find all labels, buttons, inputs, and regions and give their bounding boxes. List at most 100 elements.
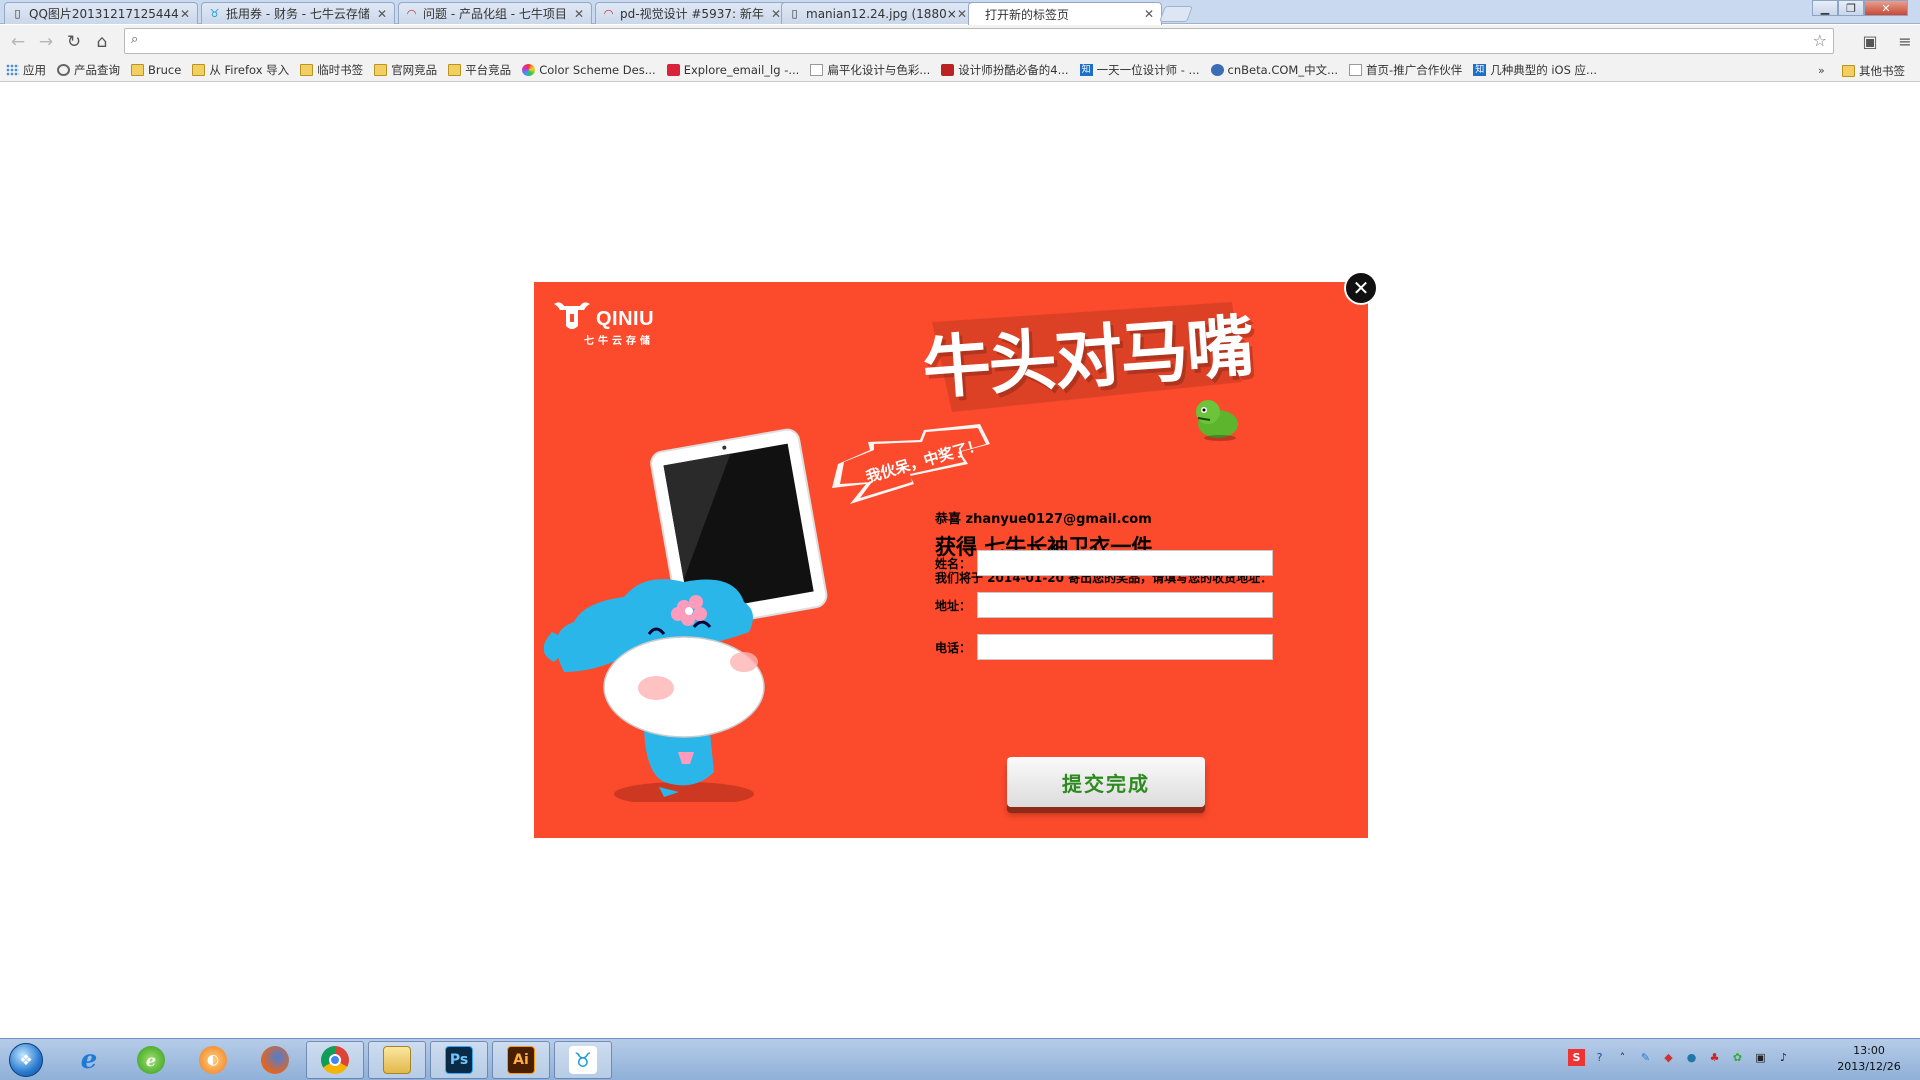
taskbar-green-browser[interactable]: ℯ <box>122 1041 180 1079</box>
taskbar-chrome[interactable] <box>306 1041 364 1079</box>
update-icon[interactable]: ✿ <box>1729 1049 1746 1066</box>
zhihu-icon: 知 <box>1473 64 1487 76</box>
taskbar-media-player[interactable]: ◐ <box>184 1041 242 1079</box>
tab-new-tab[interactable]: 打开新的标签页 ✕ <box>968 2 1162 25</box>
bookmark-label: 应用 <box>23 63 46 77</box>
phone-label: 电话： <box>935 640 972 655</box>
bookmark-explore-email[interactable]: Explore_email_lg -... <box>666 63 799 77</box>
bookmark-label: 扁平化设计与色彩... <box>827 63 931 77</box>
bookmark-cnbeta[interactable]: cnBeta.COM_中文... <box>1210 62 1338 78</box>
submit-button[interactable]: 提交完成 <box>1007 757 1205 807</box>
menu-icon[interactable]: ≡ <box>1892 27 1918 55</box>
close-icon[interactable]: ✕ <box>179 7 191 21</box>
window-close-button[interactable]: ✕ <box>1864 0 1908 16</box>
tab-title: QQ图片20131217125444 <box>29 7 179 21</box>
dinosaur-icon <box>1196 400 1238 441</box>
internet-explorer-icon: ℯ <box>80 1045 98 1075</box>
redmine-icon: ◠ <box>406 7 417 20</box>
page-icon <box>810 64 824 76</box>
tab-title: pd-视觉设计 #5937: 新年 <box>620 7 764 21</box>
site-icon <box>941 64 955 76</box>
back-button[interactable]: ← <box>4 28 32 56</box>
tray-expand-icon[interactable]: ˄ <box>1614 1049 1631 1066</box>
folder-icon <box>448 64 462 76</box>
address-field[interactable] <box>977 592 1273 618</box>
taskbar-firefox[interactable] <box>246 1041 304 1079</box>
tab-manian-image[interactable]: ▯ manian12.24.jpg (1880× ✕ <box>781 2 975 24</box>
bookmark-partners[interactable]: 首页-推广合作伙伴 <box>1349 62 1462 78</box>
redmine-icon: ◠ <box>603 7 614 20</box>
bookmark-label: 临时书签 <box>317 63 364 77</box>
close-icon[interactable]: ✕ <box>956 7 968 21</box>
tab-title: manian12.24.jpg (1880× <box>806 6 956 21</box>
phone-field[interactable] <box>977 634 1273 660</box>
new-tab-button[interactable] <box>1159 6 1193 22</box>
logo-wordmark: QINIU <box>596 308 655 330</box>
system-clock[interactable]: 13:00 2013/12/26 <box>1826 1043 1912 1075</box>
bookmark-label: 从 Firefox 导入 <box>209 63 290 77</box>
folder-icon <box>300 64 314 76</box>
taskbar-ie[interactable]: ℯ <box>60 1041 118 1079</box>
bookmark-flat-design[interactable]: 扁平化设计与色彩... <box>810 62 930 78</box>
bookmarks-overflow-chevron[interactable]: » <box>1818 64 1825 77</box>
logo-subtitle: 七牛云存储 <box>584 336 654 347</box>
maximize-button[interactable]: ❐ <box>1838 0 1864 16</box>
bookmark-other[interactable]: 其他书签 <box>1842 63 1905 79</box>
security-icon[interactable]: ◆ <box>1660 1049 1677 1066</box>
start-button[interactable]: ❖ <box>4 1041 48 1079</box>
taskbar-illustrator[interactable]: Ai <box>492 1041 550 1079</box>
name-label: 姓名： <box>935 556 972 571</box>
address-label: 地址： <box>935 598 972 613</box>
volume-icon[interactable]: ♪ <box>1775 1049 1792 1066</box>
close-icon[interactable]: ✕ <box>1143 7 1155 21</box>
tab-issues[interactable]: ◠ 问题 - 产品化组 - 七牛项目 ✕ <box>398 2 592 24</box>
minimize-button[interactable]: ▁ <box>1812 0 1838 16</box>
tab-visual-design[interactable]: ◠ pd-视觉设计 #5937: 新年 ✕ <box>595 2 789 24</box>
bookmark-label: 几种典型的 iOS 应... <box>1490 63 1598 77</box>
sogou-input-icon[interactable]: S <box>1568 1049 1585 1066</box>
input-method-icon[interactable]: ✎ <box>1637 1049 1654 1066</box>
network-icon[interactable]: ▣ <box>1752 1049 1769 1066</box>
modal-close-button[interactable]: ✕ <box>1344 271 1378 305</box>
tab-strip: ▯ QQ图片20131217125444 ✕ ♉ 抵用券 - 财务 - 七牛云存… <box>0 0 1920 25</box>
file-explorer-icon <box>383 1046 411 1074</box>
page-icon: ▯ <box>14 7 21 20</box>
taskbar-photoshop[interactable]: Ps <box>430 1041 488 1079</box>
help-icon[interactable]: ? <box>1591 1049 1608 1066</box>
tab-coupon[interactable]: ♉ 抵用券 - 财务 - 七牛云存储 ✕ <box>201 2 395 24</box>
forward-button[interactable]: → <box>32 28 60 56</box>
tab-qq-image[interactable]: ▯ QQ图片20131217125444 ✕ <box>4 2 198 24</box>
bookmark-ios-apps[interactable]: 知几种典型的 iOS 应... <box>1473 62 1597 78</box>
folder-icon <box>192 64 206 76</box>
address-bar[interactable]: ⌕ ☆ <box>124 28 1834 54</box>
phone-row: 电话： <box>935 634 1273 660</box>
taskbar-qiniu[interactable]: ♉ <box>554 1041 612 1079</box>
bookmark-designer-cool[interactable]: 设计师扮酷必备的4... <box>941 62 1069 78</box>
bookmark-label: 首页-推广合作伙伴 <box>1366 63 1463 77</box>
bookmark-folder-bruce[interactable]: Bruce <box>131 63 181 77</box>
bookmark-folder-competitors[interactable]: 官网竞品 <box>374 62 437 78</box>
reload-button[interactable]: ↻ <box>60 28 88 56</box>
bookmark-star-icon[interactable]: ☆ <box>1813 31 1827 50</box>
bookmark-folder-temp[interactable]: 临时书签 <box>300 62 363 78</box>
bookmark-daily-designer[interactable]: 知一天一位设计师 - ... <box>1079 62 1200 78</box>
bookmark-apps[interactable]: 应用 <box>6 62 46 78</box>
cast-icon[interactable]: ▣ <box>1857 27 1883 55</box>
address-input[interactable] <box>151 31 1791 51</box>
qq-icon[interactable]: ♣ <box>1706 1049 1723 1066</box>
bookmark-folder-platform[interactable]: 平台竞品 <box>448 62 511 78</box>
page-icon <box>1349 64 1363 76</box>
chat-icon[interactable]: ● <box>1683 1049 1700 1066</box>
close-icon[interactable]: ✕ <box>573 7 585 21</box>
name-field[interactable] <box>977 550 1273 576</box>
bookmark-folder-firefox[interactable]: 从 Firefox 导入 <box>192 62 289 78</box>
close-icon[interactable]: ✕ <box>376 7 388 21</box>
taskbar-explorer[interactable] <box>368 1041 426 1079</box>
home-button[interactable]: ⌂ <box>88 28 116 56</box>
mascot-illustration <box>544 428 828 802</box>
bookmark-product-query[interactable]: 产品查询 <box>57 62 120 78</box>
site-icon <box>1210 64 1224 76</box>
bookmark-color-scheme[interactable]: Color Scheme Des... <box>522 63 656 77</box>
page-icon: ▯ <box>791 7 798 20</box>
bookmark-label: 官网竞品 <box>391 63 438 77</box>
